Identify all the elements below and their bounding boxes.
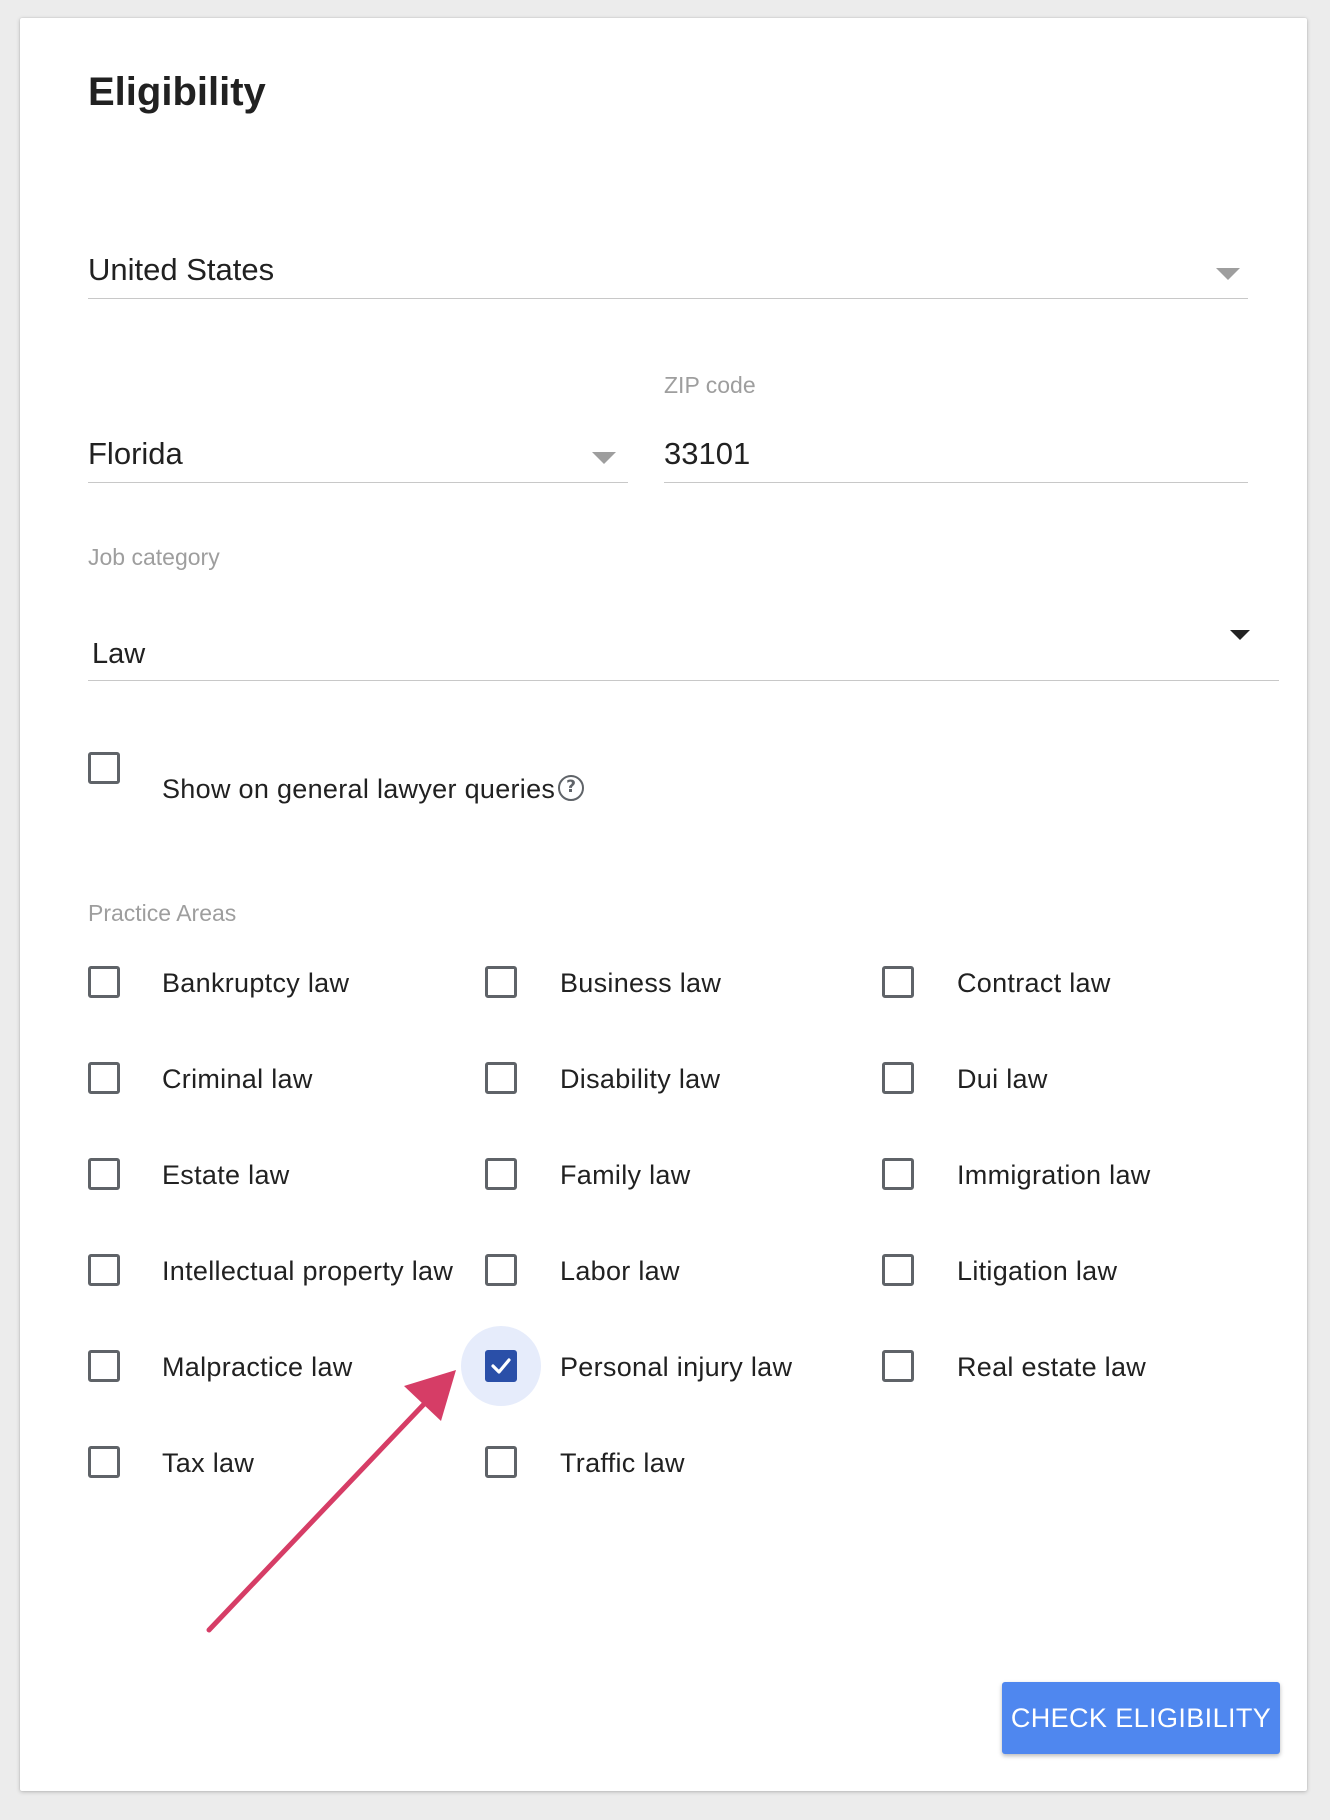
practice-areas-label: Practice Areas xyxy=(88,900,237,926)
practice-area-checkbox[interactable] xyxy=(485,966,517,998)
practice-area-checkbox[interactable] xyxy=(88,1350,120,1382)
country-select-underline xyxy=(88,298,1248,299)
practice-area-label: Intellectual property law xyxy=(162,1256,454,1286)
job-category-dropdown-arrow-icon[interactable] xyxy=(1230,630,1250,640)
check-eligibility-button[interactable]: CHECK ELIGIBILITY xyxy=(1002,1682,1280,1754)
practice-area-checkbox[interactable] xyxy=(88,1254,120,1286)
checkmark-icon xyxy=(491,1358,511,1374)
practice-area-checkbox[interactable] xyxy=(485,1446,517,1478)
practice-area-checkbox[interactable] xyxy=(485,1350,517,1382)
country-dropdown-arrow-icon[interactable] xyxy=(1216,268,1240,280)
state-select-value: Florida xyxy=(88,436,183,471)
practice-area-checkbox[interactable] xyxy=(882,1254,914,1286)
practice-area-checkbox[interactable] xyxy=(88,966,120,998)
general-queries-checkbox[interactable] xyxy=(88,752,120,784)
practice-area-checkbox[interactable] xyxy=(485,1158,517,1190)
zip-code-label: ZIP code xyxy=(664,372,756,398)
eligibility-card: Eligibility United States Florida ZIP co… xyxy=(20,18,1307,1791)
practice-area-checkbox[interactable] xyxy=(882,1062,914,1094)
practice-area-label: Tax law xyxy=(162,1448,255,1478)
state-select-underline xyxy=(88,482,628,483)
practice-area-label: Business law xyxy=(560,968,722,998)
practice-area-label: Malpractice law xyxy=(162,1352,353,1382)
job-category-label: Job category xyxy=(88,544,220,570)
practice-area-label: Estate law xyxy=(162,1160,290,1190)
practice-area-label: Immigration law xyxy=(957,1160,1151,1190)
practice-area-checkbox[interactable] xyxy=(88,1446,120,1478)
practice-area-label: Labor law xyxy=(560,1256,680,1286)
practice-area-label: Family law xyxy=(560,1160,691,1190)
practice-area-label: Disability law xyxy=(560,1064,721,1094)
practice-area-checkbox[interactable] xyxy=(882,1350,914,1382)
practice-area-checkbox[interactable] xyxy=(88,1158,120,1190)
job-category-value: Law xyxy=(92,638,146,670)
practice-area-checkbox[interactable] xyxy=(88,1062,120,1094)
job-category-underline xyxy=(88,680,1279,681)
zip-code-value[interactable]: 33101 xyxy=(664,436,750,472)
practice-area-label: Real estate law xyxy=(957,1352,1147,1382)
zip-code-underline xyxy=(664,482,1248,483)
practice-area-label: Dui law xyxy=(957,1064,1048,1094)
practice-area-label: Litigation law xyxy=(957,1256,1118,1286)
practice-area-checkbox[interactable] xyxy=(882,1158,914,1190)
help-circle-icon[interactable]: ? xyxy=(558,775,584,801)
practice-area-label: Bankruptcy law xyxy=(162,968,350,998)
practice-area-label: Criminal law xyxy=(162,1064,313,1094)
country-select-value: United States xyxy=(88,252,275,287)
practice-area-checkbox[interactable] xyxy=(485,1254,517,1286)
practice-area-checkbox[interactable] xyxy=(485,1062,517,1094)
state-dropdown-arrow-icon[interactable] xyxy=(592,452,616,464)
card-title: Eligibility xyxy=(88,70,266,114)
practice-area-checkbox[interactable] xyxy=(882,966,914,998)
general-queries-label: Show on general lawyer queries xyxy=(162,774,556,804)
practice-area-label: Personal injury law xyxy=(560,1352,793,1382)
practice-area-label: Traffic law xyxy=(560,1448,685,1478)
practice-area-label: Contract law xyxy=(957,968,1111,998)
